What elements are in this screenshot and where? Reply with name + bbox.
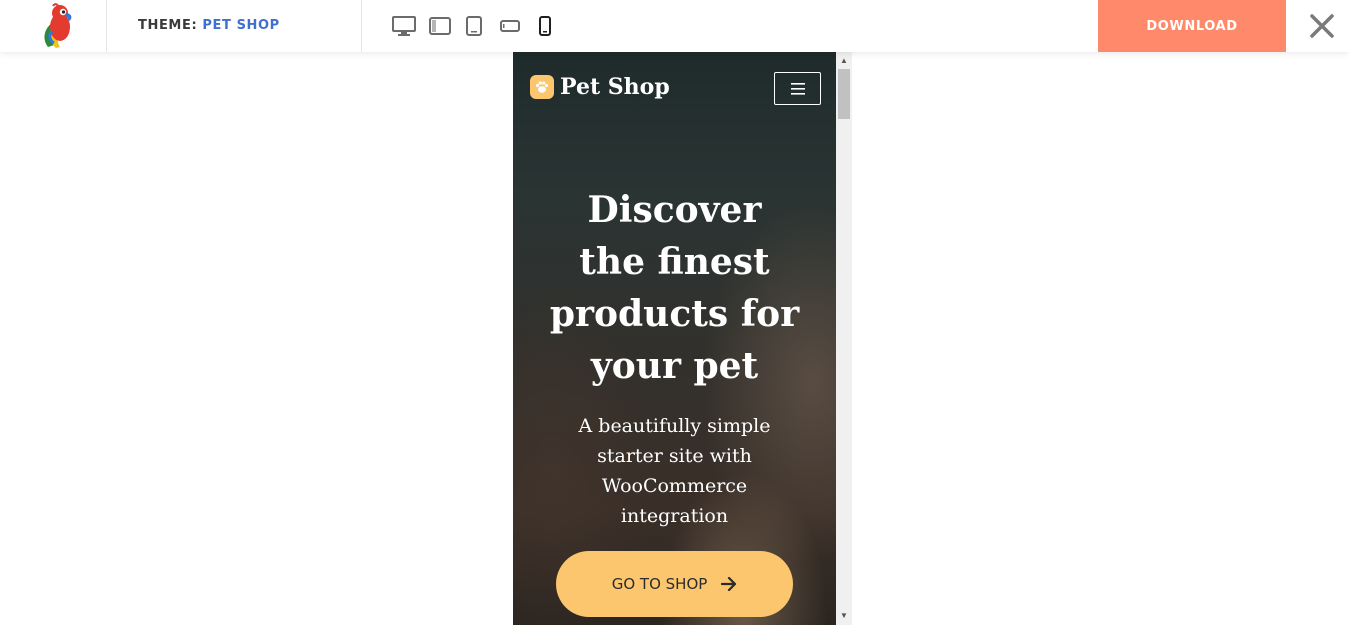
go-to-shop-button[interactable]: GO TO SHOP xyxy=(556,551,793,617)
device-mobile-button[interactable] xyxy=(537,14,553,38)
scroll-up-arrow-icon[interactable]: ▲ xyxy=(836,54,852,68)
scroll-down-arrow-icon[interactable]: ▼ xyxy=(836,609,852,623)
logo-cell xyxy=(0,0,107,52)
device-tablet-landscape-button[interactable] xyxy=(499,14,521,38)
hero-title-line: products for xyxy=(549,293,800,335)
site-logo[interactable]: Pet Shop xyxy=(530,74,670,100)
tablet-icon xyxy=(466,16,482,36)
divider xyxy=(361,0,362,52)
arrow-right-icon xyxy=(721,577,737,591)
mobile-icon xyxy=(539,16,551,36)
close-button[interactable] xyxy=(1306,10,1338,42)
site-brand: Pet Shop xyxy=(560,74,670,100)
hero-subtitle-line: starter site with xyxy=(597,445,752,467)
hero-subtitle-line: WooCommerce xyxy=(601,475,748,497)
device-tablet-button[interactable] xyxy=(465,14,483,38)
hamburger-menu-icon xyxy=(790,82,805,95)
download-button[interactable]: DOWNLOAD xyxy=(1098,0,1286,52)
theme-prefix: THEME: xyxy=(138,18,198,33)
menu-toggle-button[interactable] xyxy=(774,72,821,105)
preview-scrollbar[interactable]: ▲ ▼ xyxy=(836,52,852,625)
mobile-preview-frame: Pet Shop Discover the finest products fo… xyxy=(513,52,836,625)
laptop-icon xyxy=(429,17,451,35)
hero-title-line: your pet xyxy=(590,345,759,387)
hero-subtitle-line: A beautifully simple xyxy=(578,415,771,437)
paw-icon xyxy=(530,75,554,99)
hero-subtitle-line: integration xyxy=(620,505,729,527)
theme-name: PET SHOP xyxy=(202,18,280,33)
preview-toolbar: THEME: PET SHOP DOWNLOAD xyxy=(0,0,1349,52)
scrollbar-thumb[interactable] xyxy=(838,69,850,119)
hero-title-line: Discover xyxy=(587,189,762,231)
tablet-landscape-icon xyxy=(500,20,520,32)
theme-label: THEME: PET SHOP xyxy=(138,18,280,33)
close-icon xyxy=(1310,14,1334,38)
desktop-icon xyxy=(392,16,416,36)
cta-label: GO TO SHOP xyxy=(611,575,708,593)
hero-title-line: the finest xyxy=(579,241,770,283)
device-desktop-button[interactable] xyxy=(391,14,417,38)
hero-title: Discover the finest products for your pe… xyxy=(513,184,836,392)
device-laptop-button[interactable] xyxy=(429,14,451,38)
parrot-logo-icon xyxy=(44,3,72,48)
hero-subtitle: A beautifully simple starter site with W… xyxy=(513,411,836,531)
